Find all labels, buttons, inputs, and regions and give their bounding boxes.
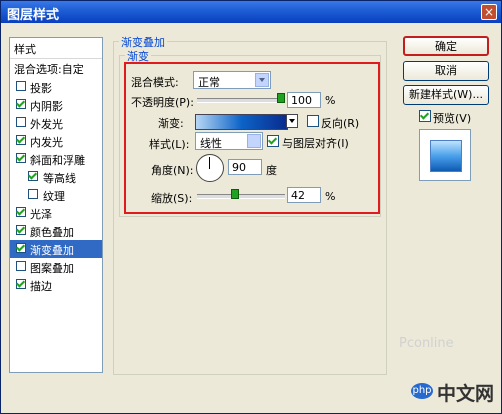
checkbox-contour[interactable] — [28, 171, 38, 181]
style-item-texture[interactable]: 纹理 — [10, 186, 102, 204]
new-style-button[interactable]: 新建样式(W)... — [403, 85, 489, 105]
chevron-down-icon — [255, 73, 269, 87]
cancel-button[interactable]: 取消 — [403, 61, 489, 81]
angle-label: 角度(N): — [151, 164, 194, 177]
style-item-label: 外发光 — [30, 118, 63, 131]
style-preview — [419, 129, 471, 181]
scale-label: 缩放(S): — [151, 192, 193, 205]
style-item-label: 描边 — [30, 280, 52, 293]
checkbox-outer-glow[interactable] — [16, 117, 26, 127]
style-item-color-overlay[interactable]: 颜色叠加 — [10, 222, 102, 240]
title-bar: 图层样式 × — [1, 1, 501, 23]
gradient-swatch[interactable] — [195, 114, 288, 130]
checkbox-texture[interactable] — [28, 189, 38, 199]
blend-mode-select[interactable]: 正常 — [193, 71, 271, 89]
style-item-label: 斜面和浮雕 — [30, 154, 85, 167]
style-item-label: 图案叠加 — [30, 262, 74, 275]
php-logo: php — [411, 383, 433, 399]
style-item-pattern-overlay[interactable]: 图案叠加 — [10, 258, 102, 276]
scale-value: 42 — [291, 189, 305, 202]
style-item-satin[interactable]: 光泽 — [10, 204, 102, 222]
scale-input[interactable]: 42 — [287, 187, 321, 203]
ok-button[interactable]: 确定 — [403, 36, 489, 56]
angle-value: 90 — [232, 161, 246, 174]
style-item-contour[interactable]: 等高线 — [10, 168, 102, 186]
styles-list: 样式 混合选项:自定 投影 内阴影 外发光 内发光 斜面和浮雕 等高线 纹理 光… — [9, 37, 103, 373]
align-with-layer-label: 与图层对齐(I) — [282, 137, 349, 150]
style-item-gradient-overlay[interactable]: 渐变叠加 — [10, 240, 102, 258]
angle-dial-needle — [209, 157, 210, 169]
gradient-picker-button[interactable] — [286, 114, 298, 128]
styles-list-header-label: 样式 — [14, 43, 36, 56]
opacity-label: 不透明度(P): — [131, 96, 194, 109]
checkbox-color-overlay[interactable] — [16, 225, 26, 235]
checkbox-bevel-emboss[interactable] — [16, 153, 26, 163]
gradient-label: 渐变: — [158, 117, 184, 130]
close-button[interactable]: × — [481, 4, 497, 20]
checkbox-satin[interactable] — [16, 207, 26, 217]
style-label: 样式(L): — [149, 138, 190, 151]
style-item-label: 纹理 — [43, 190, 65, 203]
opacity-slider-thumb[interactable] — [277, 93, 285, 103]
opacity-unit: % — [325, 94, 336, 107]
site-name: 中文网 — [437, 383, 495, 405]
blend-mode-value: 正常 — [198, 76, 220, 89]
style-item-label: 内阴影 — [30, 100, 63, 113]
checkbox-inner-glow[interactable] — [16, 135, 26, 145]
opacity-slider-track[interactable] — [197, 98, 285, 103]
chevron-down-icon — [247, 134, 261, 148]
scale-slider-track[interactable] — [197, 194, 285, 199]
preview-checkbox[interactable] — [419, 110, 431, 122]
reverse-label: 反向(R) — [321, 117, 360, 130]
window-title: 图层样式 — [7, 8, 60, 23]
reverse-checkbox[interactable] — [307, 115, 319, 127]
opacity-value: 100 — [291, 94, 312, 107]
scale-unit: % — [325, 190, 336, 203]
style-value: 线性 — [200, 137, 222, 150]
style-item-drop-shadow[interactable]: 投影 — [10, 78, 102, 96]
style-item-label: 投影 — [30, 82, 52, 95]
checkbox-gradient-overlay[interactable] — [16, 243, 26, 253]
style-item-label: 内发光 — [30, 136, 63, 149]
style-item-blending-options[interactable]: 混合选项:自定 — [10, 59, 102, 77]
style-select[interactable]: 线性 — [195, 132, 263, 150]
blend-mode-label: 混合模式: — [131, 76, 179, 89]
angle-input[interactable]: 90 — [228, 159, 262, 175]
angle-dial[interactable] — [196, 154, 224, 182]
angle-unit: 度 — [266, 164, 277, 177]
checkbox-stroke[interactable] — [16, 279, 26, 289]
layer-style-dialog: 图层样式 × 样式 混合选项:自定 投影 内阴影 外发光 内发光 斜面和浮雕 等… — [0, 0, 502, 414]
style-item-label: 混合选项:自定 — [14, 63, 84, 76]
checkbox-pattern-overlay[interactable] — [16, 261, 26, 271]
scale-slider-thumb[interactable] — [231, 189, 239, 199]
style-item-inner-shadow[interactable]: 内阴影 — [10, 96, 102, 114]
align-with-layer-checkbox[interactable] — [267, 135, 279, 147]
opacity-input[interactable]: 100 — [287, 92, 321, 108]
style-item-bevel-emboss[interactable]: 斜面和浮雕 — [10, 150, 102, 168]
watermark-text: Pconline — [399, 336, 454, 351]
style-item-label: 等高线 — [43, 172, 76, 185]
checkbox-drop-shadow[interactable] — [16, 81, 26, 91]
checkbox-inner-shadow[interactable] — [16, 99, 26, 109]
style-item-stroke[interactable]: 描边 — [10, 276, 102, 294]
preview-swatch — [430, 140, 462, 172]
style-item-inner-glow[interactable]: 内发光 — [10, 132, 102, 150]
styles-list-header: 样式 — [10, 38, 102, 59]
style-item-label: 渐变叠加 — [30, 244, 74, 257]
style-item-label: 颜色叠加 — [30, 226, 74, 239]
style-item-outer-glow[interactable]: 外发光 — [10, 114, 102, 132]
style-item-label: 光泽 — [30, 208, 52, 221]
preview-label: 预览(V) — [433, 112, 472, 125]
